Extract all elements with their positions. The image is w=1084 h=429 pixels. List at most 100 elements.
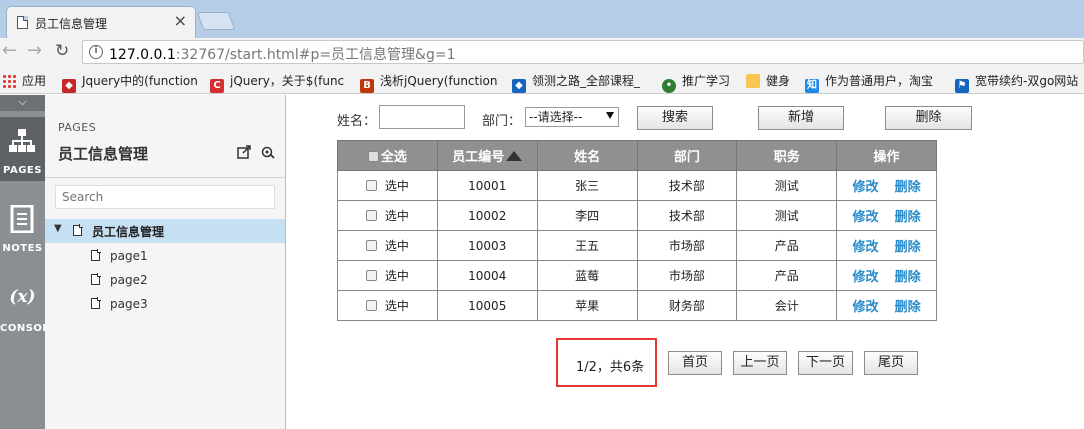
bookmark-item[interactable]: 知作为普通用户，淘宝 xyxy=(805,72,933,93)
tree-root-item[interactable]: ▼ 员工信息管理 xyxy=(45,219,285,243)
delete-button[interactable]: 删除 xyxy=(885,106,972,130)
row-select-cell[interactable]: 选中 xyxy=(337,230,438,261)
dept-selected-value: --请选择-- xyxy=(529,110,583,124)
bookmark-label: 领测之路_全部课程_ xyxy=(532,74,641,88)
bookmark-label: 推广学习 xyxy=(682,74,731,88)
forward-arrow-icon[interactable]: → xyxy=(27,41,42,61)
page-icon xyxy=(73,224,83,236)
address-bar[interactable]: i 127.0.0.1:32767/start.html#p=员工信息管理&g=… xyxy=(82,40,1084,64)
row-checkbox[interactable] xyxy=(365,270,377,281)
variable-x-icon: (x) xyxy=(9,287,36,307)
delete-link[interactable]: 删除 xyxy=(895,180,921,195)
bookmark-item[interactable]: ◆ Jquery中的(function xyxy=(62,72,198,93)
prototype-canvas: 姓名： 部门： --请选择-- 搜索 新增 删除 全选 员工编号 姓名 部门 职… xyxy=(287,95,1084,429)
search-button[interactable]: 搜索 xyxy=(637,106,713,130)
employee-title-cell: 测试 xyxy=(736,170,838,201)
next-page-button[interactable]: 下一页 xyxy=(798,351,853,375)
last-page-button[interactable]: 尾页 xyxy=(864,351,918,375)
employee-name-cell: 李四 xyxy=(536,200,638,231)
row-select-cell[interactable]: 选中 xyxy=(337,200,438,231)
rail-console-button[interactable]: (x) CONSOL xyxy=(0,275,49,339)
table-row: 选中 10002 李四 技术部 测试 修改 删除 xyxy=(337,200,937,231)
add-button[interactable]: 新增 xyxy=(758,106,844,130)
employee-title-cell: 产品 xyxy=(736,230,838,261)
delete-link[interactable]: 删除 xyxy=(895,270,921,285)
tree-page-item[interactable]: page2 xyxy=(45,268,285,292)
back-arrow-icon[interactable]: ← xyxy=(2,41,17,61)
id-header[interactable]: 员工编号 xyxy=(436,140,538,171)
tree-root-label: 员工信息管理 xyxy=(92,225,165,239)
header-label: 员工编号 xyxy=(452,150,505,165)
employee-id-cell: 10002 xyxy=(436,200,538,231)
first-page-button[interactable]: 首页 xyxy=(668,351,722,375)
bookmark-item[interactable]: 健身 xyxy=(746,72,790,89)
delete-link[interactable]: 删除 xyxy=(895,300,921,315)
prev-page-button[interactable]: 上一页 xyxy=(733,351,787,375)
header-label: 全选 xyxy=(380,150,407,165)
page-search-input[interactable] xyxy=(55,185,275,209)
collapse-chevron-icon[interactable]: ⌵ xyxy=(0,95,45,111)
zhihu-icon: 知 xyxy=(805,79,819,93)
sort-ascending-icon[interactable] xyxy=(506,151,523,161)
bookmark-item[interactable]: B 浅析jQuery(function xyxy=(360,72,498,93)
url-host: 127.0.0.1 xyxy=(109,47,176,63)
external-link-icon[interactable] xyxy=(237,145,251,159)
employee-id-cell: 10001 xyxy=(436,170,538,201)
bookmark-item[interactable]: • 推广学习 xyxy=(662,72,730,93)
employee-title-cell: 会计 xyxy=(736,290,838,321)
rail-pages-button[interactable]: PAGES xyxy=(0,117,45,181)
select-all-header[interactable]: 全选 xyxy=(337,140,438,171)
employee-name-cell: 张三 xyxy=(536,170,638,201)
tab-close-icon[interactable]: × xyxy=(174,13,187,29)
title-header: 职务 xyxy=(736,140,838,171)
employee-id-cell: 10003 xyxy=(436,230,538,261)
employee-name-cell: 王五 xyxy=(536,230,638,261)
row-checkbox[interactable] xyxy=(365,240,377,251)
row-checkbox[interactable] xyxy=(365,300,377,311)
dept-select[interactable]: --请选择-- xyxy=(525,107,619,127)
delete-link[interactable]: 删除 xyxy=(895,240,921,255)
panel-title: 员工信息管理 xyxy=(58,145,149,163)
tree-page-item[interactable]: page1 xyxy=(45,244,285,268)
site-info-icon[interactable]: i xyxy=(89,45,103,59)
tree-page-item[interactable]: page3 xyxy=(45,292,285,316)
rail-notes-label: NOTES xyxy=(2,243,43,254)
edit-link[interactable]: 修改 xyxy=(853,240,879,255)
apps-grid-icon xyxy=(2,74,16,88)
edit-link[interactable]: 修改 xyxy=(853,210,879,225)
table-row: 选中 10004 蓝莓 市场部 产品 修改 删除 xyxy=(337,260,937,291)
browser-tab[interactable]: 员工信息管理 × xyxy=(6,6,196,38)
row-select-cell[interactable]: 选中 xyxy=(337,290,438,321)
bookmark-apps[interactable]: 应用 xyxy=(2,72,46,89)
delete-link[interactable]: 删除 xyxy=(895,210,921,225)
row-select-cell[interactable]: 选中 xyxy=(337,260,438,291)
row-actions-cell: 修改 删除 xyxy=(836,290,937,321)
edit-link[interactable]: 修改 xyxy=(853,270,879,285)
edit-link[interactable]: 修改 xyxy=(853,300,879,315)
page-icon xyxy=(91,297,101,309)
tree-page-label: page2 xyxy=(110,273,148,287)
locate-page-icon[interactable] xyxy=(261,145,275,159)
new-tab-button[interactable] xyxy=(196,12,236,30)
row-actions-cell: 修改 删除 xyxy=(836,200,937,231)
row-checkbox[interactable] xyxy=(365,180,377,191)
edit-link[interactable]: 修改 xyxy=(853,180,879,195)
select-all-checkbox[interactable] xyxy=(367,151,379,162)
bookmark-label: 应用 xyxy=(22,74,47,88)
rail-notes-button[interactable]: NOTES xyxy=(0,195,45,259)
page-favicon-icon xyxy=(17,16,28,29)
row-checkbox[interactable] xyxy=(365,210,377,221)
page-icon xyxy=(91,249,101,261)
bookmark-label: Jquery中的(function xyxy=(82,74,198,88)
name-label: 姓名： xyxy=(337,114,377,129)
bookmark-item[interactable]: ◆ 领测之路_全部课程_ xyxy=(512,72,640,93)
reload-icon[interactable]: ↻ xyxy=(55,41,69,61)
row-select-cell[interactable]: 选中 xyxy=(337,170,438,201)
bookmark-item[interactable]: CjQuery，关于$(func xyxy=(210,72,344,93)
bookmark-item[interactable]: ⚑ 宽带续约-双go网站 xyxy=(955,72,1078,93)
b-logo-icon: B xyxy=(360,79,374,93)
name-input[interactable] xyxy=(379,105,465,129)
folder-icon xyxy=(746,74,760,88)
tab-title: 员工信息管理 xyxy=(35,17,108,31)
expand-caret-icon[interactable]: ▼ xyxy=(54,223,62,234)
